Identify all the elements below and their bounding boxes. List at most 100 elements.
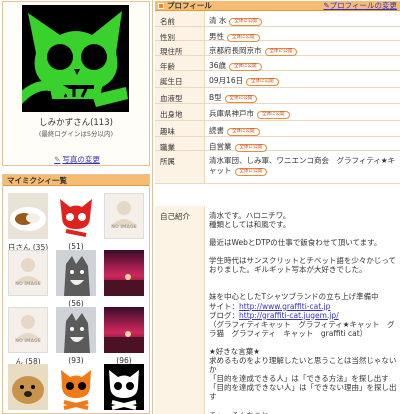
avatar[interactable]	[22, 5, 129, 112]
profile-row-label: 現住所	[155, 41, 205, 56]
mixi-friends-title: マイミクシィ一覧	[3, 175, 149, 186]
no-image-label: NO IMAGE	[15, 339, 41, 344]
profile-row: 名前清 水全体に公開	[155, 11, 400, 27]
intro-line: か	[209, 365, 217, 375]
change-photo-label: 写真の変更	[62, 155, 100, 164]
site-link[interactable]: http://www.graffiti-cat.jp	[239, 302, 330, 311]
intro-line	[209, 402, 399, 411]
friend-photo[interactable]	[56, 364, 96, 410]
intro-line: 「目的を達成できる人」は「できる方法」を探し出す	[209, 374, 389, 384]
edit-profile-link[interactable]: ✎プロフィールの変更	[323, 1, 397, 11]
last-login-text: (最終ログインは5分以内)	[38, 130, 114, 138]
profile-row-label: 自己紹介	[155, 206, 205, 414]
profile-row: 趣味 読書 全体に公開	[155, 121, 400, 137]
intro-line	[209, 247, 399, 256]
profile-value-text: 京都府長岡京市	[209, 46, 262, 55]
intro-line: 学生時代はサンスクリットとチベット語を少々かじって	[209, 256, 396, 266]
intro-line	[209, 338, 399, 347]
public-badge[interactable]: 全体に公開	[246, 78, 279, 86]
profile-row-value: 読書 全体に公開	[209, 121, 399, 136]
friend-photo[interactable]: NO IMAGE	[8, 307, 48, 353]
profile-row: 年齢 36歳 全体に公開	[155, 56, 400, 71]
intro-line: 清水です。ハロニチワ。	[209, 211, 291, 220]
profile-value-text: 清 水	[209, 16, 227, 25]
profile-row-value: 36歳 全体に公開	[209, 56, 399, 71]
friend-item[interactable]: (166)	[101, 361, 147, 414]
friend-photo[interactable]	[104, 250, 144, 296]
no-image-label: NO IMAGE	[15, 282, 41, 287]
profile-row-value: 清 水全体に公開	[209, 11, 399, 26]
friend-photo[interactable]	[8, 364, 48, 410]
public-badge[interactable]: 全体に公開	[264, 48, 297, 56]
intro-line: チャ そんなこと	[209, 411, 399, 414]
intro-line	[209, 229, 399, 238]
profile-row-label: 名前	[155, 11, 205, 26]
friend-photo[interactable]	[56, 193, 96, 239]
profile-row-value: 京都府長岡京市 全体に公開	[209, 41, 399, 56]
edit-profile-label: プロフィールの変更	[329, 1, 397, 10]
intro-line: 種類としては和風です。	[209, 220, 291, 230]
change-photo-link[interactable]: ✎ 写真の変更	[3, 154, 151, 165]
profile-row: 所属 清水軍団、しみ軍、ワニエンコ商会 グラフィティ★キャット 全体に公開	[155, 151, 400, 184]
profile-row: 出身地 兵庫県神戸市 全体に公開	[155, 104, 400, 121]
profile-row-value: 兵庫県神戸市 全体に公開	[209, 104, 399, 119]
profile-row-label: 年齢	[155, 56, 205, 71]
friend-photo[interactable]	[56, 307, 96, 353]
public-badge[interactable]: 全体に公開	[229, 18, 262, 26]
public-badge[interactable]: 全体に公開	[234, 168, 267, 176]
profile-value-text: 36歳	[209, 61, 227, 70]
intro-line: サイト：http://www.graffiti-cat.jp	[209, 302, 399, 311]
profile-row-label: 趣味	[155, 121, 205, 136]
green-cat-skull-icon	[22, 5, 129, 112]
intro-line: 求めるものをより理解したいと思うことは当然じゃない	[209, 356, 397, 366]
profile-row-value: B型 全体に公開	[209, 88, 399, 103]
profile-icon	[158, 3, 164, 9]
friend-item[interactable]: (74)	[53, 361, 99, 414]
link-label: ブログ：	[209, 310, 239, 320]
profile-row: 職業 自営業 全体に公開	[155, 137, 400, 152]
profile-value-text: 自営業	[209, 142, 232, 151]
friend-photo[interactable]	[104, 364, 144, 410]
profile-value-text: 男性	[209, 32, 224, 41]
link-label: サイト：	[209, 301, 239, 311]
profile-value-text: 兵庫県神戸市	[209, 109, 254, 118]
mixi-friends-panel: マイミクシィ一覧 日さん (35) (51) NO IMAGE NO IMAGE (56…	[2, 174, 150, 414]
profile-value-text: 09月16日	[209, 76, 244, 85]
friend-item[interactable]: (29)	[5, 361, 51, 414]
profile-row-value: 男性 全体に公開	[209, 27, 399, 42]
profile-row-label: 性別	[155, 27, 205, 42]
intro-text: 清水です。ハロニチワ。 種類としては和風です。最近はWebとDTPの仕事で飯食わせ…	[209, 206, 399, 414]
profile-row-label: 出身地	[155, 104, 205, 120]
profile-row-label: 所属	[155, 151, 205, 183]
intro-line: ★好きな言葉★	[209, 346, 260, 356]
profile-row-label: 血液型	[155, 88, 205, 103]
profile-header: プロフィール ✎プロフィールの変更	[155, 1, 400, 11]
friend-photo[interactable]: NO IMAGE	[8, 250, 48, 296]
friend-photo[interactable]	[104, 307, 144, 353]
public-badge[interactable]: 全体に公開	[229, 63, 262, 71]
intro-line	[209, 274, 399, 283]
public-badge[interactable]: 全体に公開	[257, 111, 290, 119]
friend-photo[interactable]	[8, 193, 48, 239]
profile-row-value: 清水軍団、しみ軍、ワニエンコ商会 グラフィティ★キャット 全体に公開	[209, 151, 399, 176]
friend-photo[interactable]: NO IMAGE	[104, 193, 144, 239]
profile-row-intro: 自己紹介 清水です。ハロニチワ。 種類としては和風です。最近はWebとDTPの仕事…	[155, 206, 400, 414]
no-image-label: NO IMAGE	[111, 225, 137, 230]
intro-line: 最近はWebとDTPの仕事で飯食わせて頂いてます。	[209, 238, 382, 248]
profile-row: 現住所 京都府長岡京市 全体に公開	[155, 41, 400, 56]
intro-line: おりました。ギルギット写本が大好きでした。	[209, 265, 367, 275]
blog-link[interactable]: http://graffiti-cat.jugem.jp/	[239, 311, 339, 320]
profile-row: 誕生日 09月16日 全体に公開	[155, 71, 400, 88]
profile-row-label: 職業	[155, 137, 205, 152]
public-badge[interactable]: 全体に公開	[224, 95, 258, 103]
intro-line: 「目的を達成できない人」は「できない理由」を探し出	[209, 383, 397, 393]
profile-row-value: 自営業 全体に公開	[209, 137, 399, 152]
intro-line: ラ猫 グラフィティ キャット graffiti cat）	[209, 328, 368, 338]
profile-value-text: B型	[209, 93, 222, 102]
profile-row: 性別 男性 全体に公開	[155, 27, 400, 42]
friend-photo[interactable]	[56, 250, 96, 296]
public-badge[interactable]: 全体に公開	[227, 128, 260, 136]
profile-row-label: 誕生日	[155, 71, 205, 87]
intro-line: （グラフィティキャット グラフィティ★キャット グ	[209, 319, 395, 329]
left-column: しみかずさん(113) (最終ログインは5分以内) ✎ 写真の変更 マイミクシィ一…	[0, 0, 152, 414]
